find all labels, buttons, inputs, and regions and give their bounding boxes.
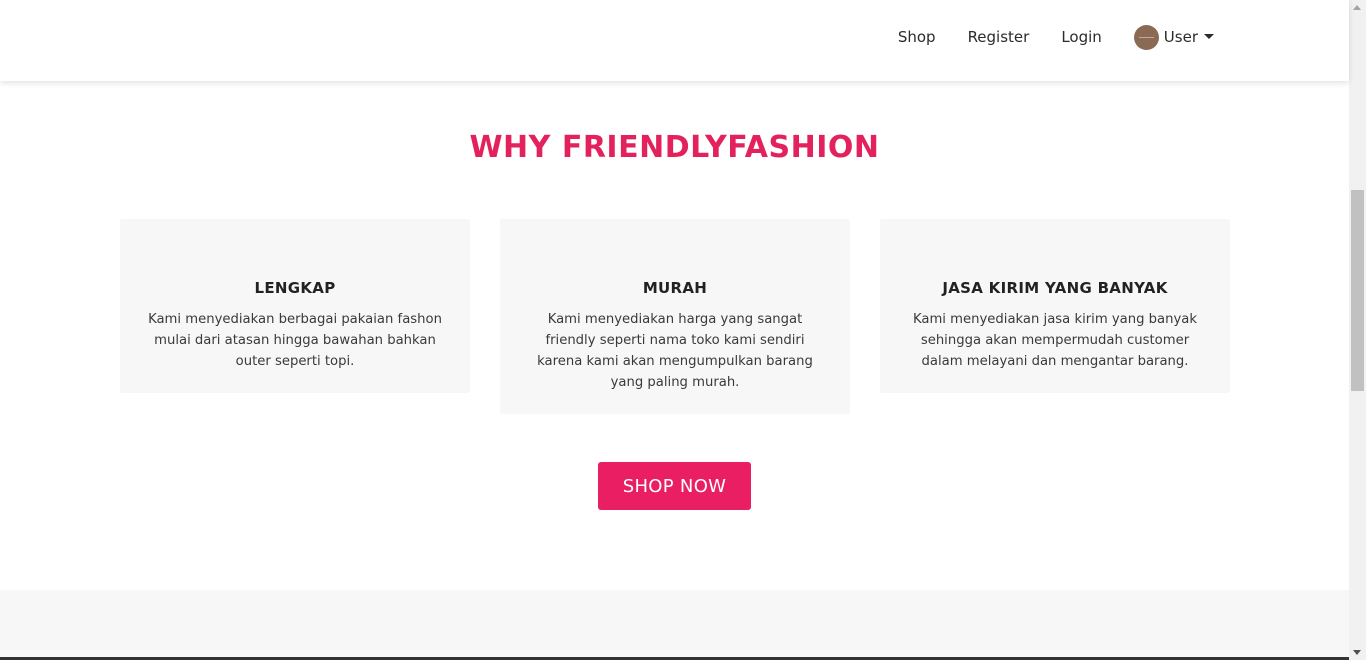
feature-card-jasa-kirim: JASA KIRIM YANG BANYAK Kami menyediakan … <box>880 219 1230 393</box>
nav-links: Shop Register Login User <box>866 0 1214 74</box>
caret-down-icon <box>1204 33 1214 39</box>
scroll-thumb[interactable] <box>1351 190 1364 391</box>
feature-card-text: Kami menyediakan harga yang sangat frien… <box>537 312 813 390</box>
page: Shop Register Login User WHY FRIENDLYFAS… <box>0 0 1349 660</box>
shop-now-button[interactable]: SHOP NOW <box>598 462 751 510</box>
user-label: User <box>1163 28 1198 46</box>
feature-card-title: MURAH <box>642 279 708 297</box>
feature-card-lengkap: LENGKAP Kami menyediakan berbagai pakaia… <box>120 219 470 393</box>
feature-card-title: JASA KIRIM YANG BANYAK <box>942 279 1168 297</box>
feature-card-title: LENGKAP <box>254 279 336 297</box>
feature-card-text: Kami menyediakan berbagai pakaian fashon… <box>148 312 442 369</box>
feature-card-murah: MURAH Kami menyediakan harga yang sangat… <box>500 219 850 414</box>
nav-link-login[interactable]: Login <box>1061 28 1101 46</box>
nav-link-register[interactable]: Register <box>968 28 1030 46</box>
feature-card-text: Kami menyediakan jasa kirim yang banyak … <box>912 312 1198 369</box>
scroll-up-arrow-icon[interactable] <box>1353 5 1361 10</box>
page-scrollbar[interactable] <box>1349 0 1366 660</box>
section-title: WHY FRIENDLYFASHION <box>469 130 880 165</box>
nav-link-shop[interactable]: Shop <box>898 28 936 46</box>
navbar: Shop Register Login User <box>0 0 1349 81</box>
scroll-down-arrow-icon[interactable] <box>1353 650 1361 655</box>
user-menu-toggle[interactable]: User <box>1133 24 1214 50</box>
user-avatar-icon <box>1133 24 1159 50</box>
next-section <box>0 590 1349 660</box>
